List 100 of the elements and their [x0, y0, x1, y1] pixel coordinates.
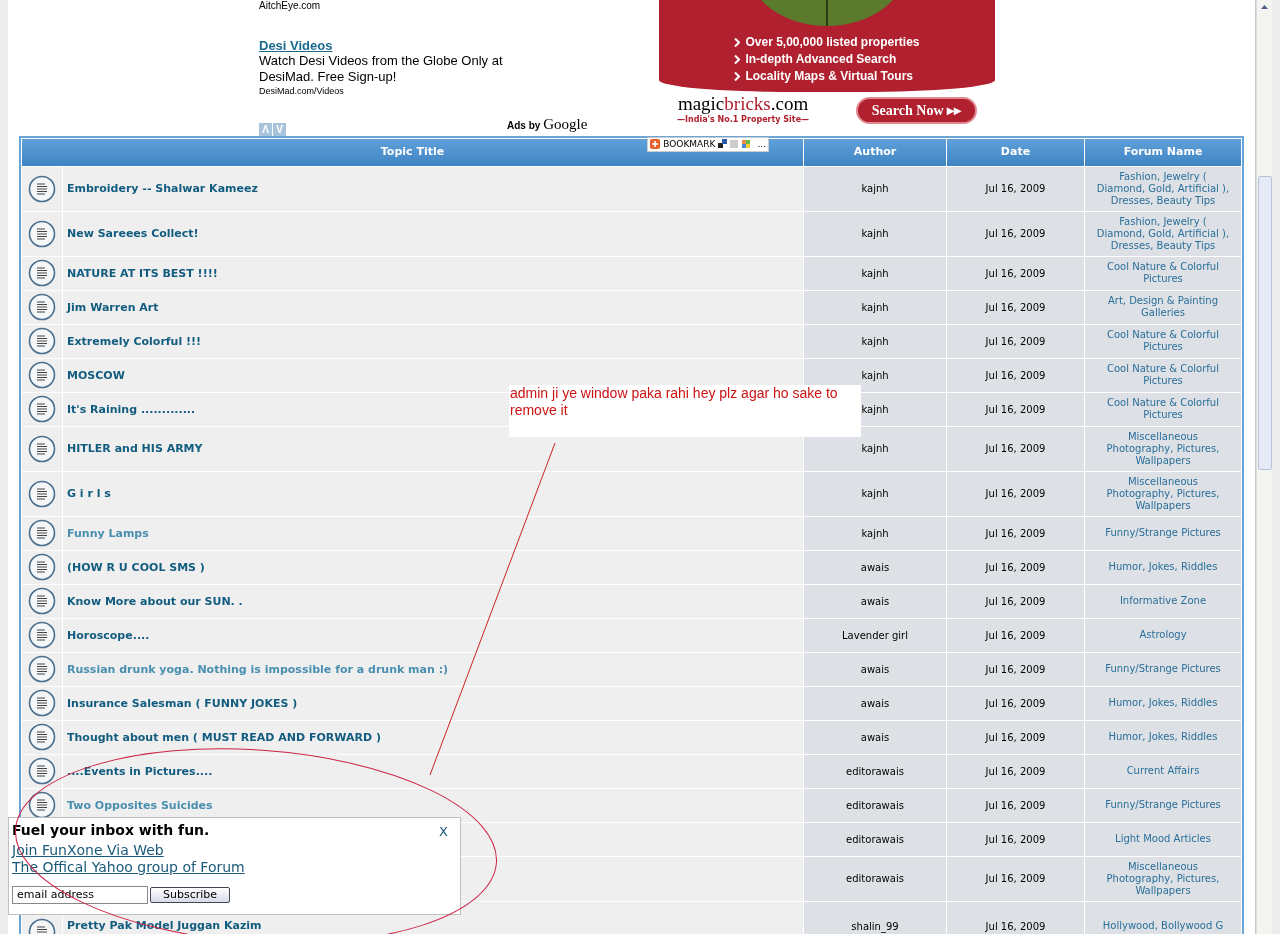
- forum-link[interactable]: Current Affairs: [1126, 765, 1200, 777]
- author-cell-text: shalin_99: [851, 919, 899, 934]
- column-header[interactable]: Author: [804, 138, 946, 166]
- date-cell-text: Jul 16, 2009: [985, 402, 1046, 417]
- date-cell-text: Jul 16, 2009: [985, 526, 1046, 541]
- search-now-button[interactable]: Search Now ▸▸: [855, 96, 977, 124]
- topic-link[interactable]: G i r l s: [67, 487, 111, 500]
- join-link[interactable]: Join FunXone Via Web: [12, 841, 164, 859]
- author-cell-text: awais: [860, 730, 890, 745]
- topic-link[interactable]: MOSCOW: [67, 368, 125, 382]
- topic-icon: [28, 361, 56, 389]
- topic-link[interactable]: (HOW R U COOL SMS ): [67, 560, 205, 574]
- scrollbar-thumb[interactable]: [1257, 176, 1272, 470]
- date-cell-text: Jul 16, 2009: [985, 798, 1046, 813]
- topic-link[interactable]: It's Raining .............: [67, 402, 196, 416]
- topic-link[interactable]: Two Opposites Suicides: [67, 798, 213, 812]
- topic-icon: [28, 395, 56, 423]
- column-header[interactable]: Forum Name: [1085, 138, 1241, 166]
- topic-link[interactable]: New Sareees Collect!: [67, 227, 199, 240]
- date-cell-text: Jul 16, 2009: [985, 560, 1046, 575]
- author-cell-text: kajnh: [861, 487, 889, 501]
- author-cell-text: awais: [860, 696, 890, 711]
- date-cell-text: Jul 16, 2009: [985, 487, 1046, 501]
- author-cell-text: kajnh: [861, 227, 889, 241]
- author-cell-text: kajnh: [861, 300, 889, 315]
- topic-icon: [28, 519, 56, 547]
- date-cell-text: Jul 16, 2009: [985, 334, 1046, 349]
- topic-icon: [28, 757, 56, 785]
- topic-link[interactable]: Thought about men ( MUST READ AND FORWARD ): [67, 730, 381, 744]
- topic-icon: [28, 621, 56, 649]
- author-cell-text: awais: [860, 662, 890, 677]
- topic-icon: [28, 689, 56, 717]
- date-cell-text: Jul 16, 2009: [985, 662, 1046, 677]
- forum-link[interactable]: Astrology: [1139, 629, 1187, 641]
- magicbricks-logo: magicbricks.com: [677, 94, 809, 114]
- topic-link[interactable]: Extremely Colorful !!!: [67, 334, 202, 348]
- topic-link[interactable]: Know More about our SUN. .: [67, 594, 243, 608]
- bookmark-widget[interactable]: BOOKMARK ...: [647, 136, 769, 152]
- date-cell-text: Jul 16, 2009: [985, 919, 1046, 934]
- ad-url: DesiMad.com/Videos: [259, 85, 345, 97]
- topic-icon: [28, 259, 56, 287]
- column-header[interactable]: Date: [947, 138, 1084, 166]
- subscribe-button[interactable]: Subscribe: [150, 886, 231, 903]
- topic-icon: [28, 655, 56, 683]
- date-cell-text: Jul 16, 2009: [985, 442, 1046, 456]
- date-cell-text: Jul 16, 2009: [985, 266, 1046, 281]
- author-cell-text: editorawais: [846, 872, 904, 886]
- plus-icon: [650, 139, 661, 149]
- date-cell-text: Jul 16, 2009: [985, 872, 1046, 886]
- scrollbar[interactable]: [1256, 0, 1272, 934]
- author-cell-text: editorawais: [846, 798, 904, 813]
- date-cell-text: Jul 16, 2009: [985, 227, 1046, 241]
- topic-icon: [28, 553, 56, 581]
- date-cell-text: Jul 16, 2009: [985, 730, 1046, 745]
- topic-icon: [28, 587, 56, 615]
- topic-icon: [28, 174, 56, 203]
- topic-link[interactable]: NATURE AT ITS BEST !!!!: [67, 266, 218, 280]
- date-cell-text: Jul 16, 2009: [985, 368, 1046, 383]
- topic-icon: [28, 723, 56, 751]
- author-cell-text: kajnh: [861, 442, 889, 456]
- author-cell-text: kajnh: [861, 182, 889, 196]
- date-cell-text: Jul 16, 2009: [985, 628, 1046, 643]
- topic-icon: [28, 434, 56, 463]
- topic-link[interactable]: HITLER and HIS ARMY: [67, 442, 203, 455]
- more-label: ...: [757, 138, 766, 150]
- topic-link[interactable]: Horoscope....: [67, 628, 150, 642]
- topic-icon: [28, 479, 56, 508]
- topic-icon: [28, 219, 56, 248]
- topic-icon: [28, 293, 56, 321]
- close-button[interactable]: X: [439, 822, 448, 842]
- author-cell-text: awais: [860, 594, 890, 609]
- bookmark-label: BOOKMARK: [663, 138, 716, 150]
- column-header[interactable]: Topic Title: [380, 143, 445, 161]
- date-cell-text: Jul 16, 2009: [985, 182, 1046, 196]
- ad-title-link[interactable]: Desi Videos: [259, 38, 333, 53]
- topic-icon: [28, 327, 56, 355]
- annotation-note: admin ji ye window paka rahi hey plz agar ho sake to remove it: [509, 385, 861, 437]
- forum-link[interactable]: Informative Zone: [1119, 595, 1207, 607]
- author-cell-text: editorawais: [846, 832, 904, 847]
- banner-bullet: Locality Maps & Virtual Tours: [745, 69, 914, 84]
- author-cell-text: kajnh: [861, 368, 889, 383]
- banner-bullet: In-depth Advanced Search: [745, 52, 897, 67]
- ads-by-google: Ads by Google: [507, 115, 588, 134]
- date-cell-text: Jul 16, 2009: [985, 696, 1046, 711]
- banner-tagline: —India's No.1 Property Site—: [677, 115, 810, 126]
- banner-bullet: Over 5,00,000 listed properties: [745, 35, 920, 50]
- author-cell-text: awais: [860, 560, 890, 575]
- author-cell-text: editorawais: [846, 764, 904, 779]
- author-cell-text: Lavender girl: [842, 628, 908, 643]
- ad-url: AitchEye.com: [259, 0, 322, 12]
- date-cell-text: Jul 16, 2009: [985, 832, 1046, 847]
- date-cell-text: Jul 16, 2009: [985, 300, 1046, 315]
- topic-link[interactable]: Funny Lamps: [67, 526, 149, 540]
- date-cell-text: Jul 16, 2009: [985, 764, 1046, 779]
- author-cell-text: kajnh: [861, 334, 889, 349]
- ad-description: Watch Desi Videos from the Globe Only at DesiMad. Free Sign-up!: [259, 53, 504, 85]
- topic-link[interactable]: Insurance Salesman ( FUNNY JOKES ): [67, 696, 298, 710]
- date-cell-text: Jul 16, 2009: [985, 594, 1046, 609]
- topic-link[interactable]: Embroidery -- Shalwar Kameez: [67, 182, 258, 195]
- topic-link[interactable]: Jim Warren Art: [67, 300, 159, 314]
